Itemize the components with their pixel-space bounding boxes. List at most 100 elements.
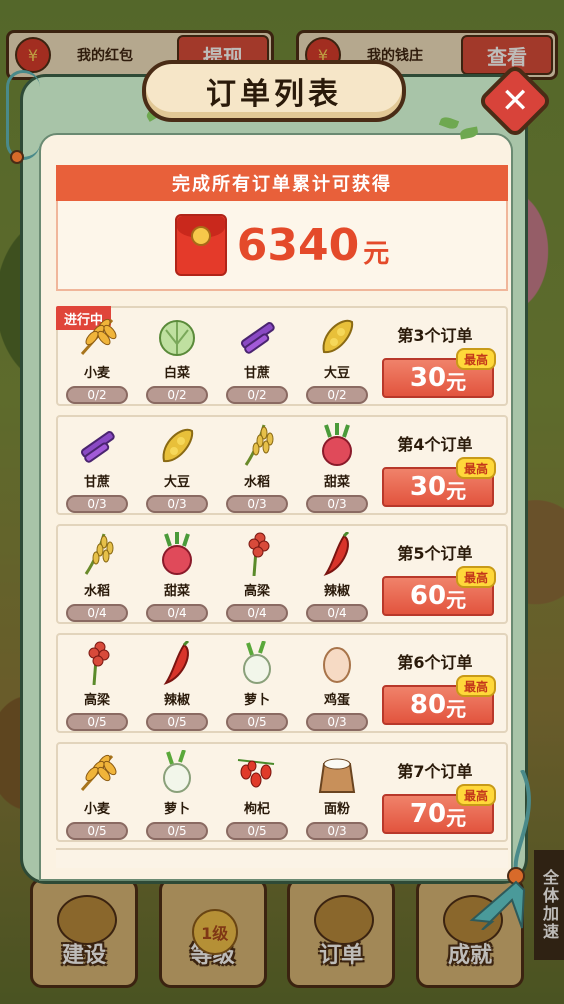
radish-icon bbox=[154, 749, 200, 794]
order-item-progress: 0/5 bbox=[66, 713, 128, 731]
order-item-name: 枸杞 bbox=[243, 802, 270, 817]
order-item[interactable]: 大豆 0/3 bbox=[144, 423, 210, 513]
sorghum-icon bbox=[74, 641, 120, 686]
max-badge: 最高 bbox=[455, 675, 496, 697]
order-item-progress: 0/3 bbox=[306, 713, 368, 731]
order-item[interactable]: 小麦 0/2 bbox=[64, 314, 130, 404]
order-item-name: 甜菜 bbox=[323, 475, 350, 490]
order-item[interactable]: 甜菜 0/3 bbox=[304, 423, 370, 513]
order-title: 第3个订单 bbox=[397, 326, 473, 345]
order-item-progress: 0/4 bbox=[146, 604, 208, 622]
total-reward-unit: 元 bbox=[363, 238, 390, 269]
order-reward-value: 30 bbox=[409, 472, 447, 502]
order-item[interactable]: 萝卜 0/5 bbox=[224, 640, 290, 731]
chili-icon bbox=[154, 639, 200, 685]
order-card[interactable]: 水稻 0/4 甜菜 0/4 高梁 0/4 辣椒 0/4 第5个订单 60 元 最… bbox=[56, 524, 508, 624]
order-card[interactable]: 小麦 0/5 萝卜 0/5 枸杞 0/5 面粉 0/3 第7个订单 70 元 最… bbox=[56, 742, 508, 842]
order-item-progress: 0/5 bbox=[226, 713, 288, 731]
order-reward-value: 60 bbox=[409, 581, 447, 611]
order-item-name: 辣椒 bbox=[323, 584, 350, 599]
order-item-name: 大豆 bbox=[163, 475, 190, 490]
order-item[interactable]: 水稻 0/3 bbox=[224, 423, 290, 513]
order-item[interactable]: 辣椒 0/4 bbox=[304, 530, 370, 622]
sorghum-icon bbox=[234, 532, 280, 577]
order-item-progress: 0/3 bbox=[226, 495, 288, 513]
order-item[interactable]: 甘蔗 0/3 bbox=[64, 423, 130, 513]
order-title: 第5个订单 bbox=[397, 544, 473, 563]
order-item[interactable]: 白菜 0/2 bbox=[144, 314, 210, 404]
order-item-progress: 0/4 bbox=[226, 604, 288, 622]
total-reward-header: 完成所有订单累计可获得 bbox=[56, 165, 508, 201]
order-item-name: 甘蔗 bbox=[243, 366, 270, 381]
close-icon: ✕ bbox=[500, 81, 530, 121]
order-item[interactable]: 萝卜 0/5 bbox=[144, 749, 210, 840]
order-item-name: 萝卜 bbox=[243, 693, 270, 708]
modal-title: 订单列表 bbox=[142, 60, 406, 122]
order-card[interactable]: 高梁 0/5 辣椒 0/5 萝卜 0/5 鸡蛋 0/3 第6个订单 80 元 最… bbox=[56, 633, 508, 733]
order-item-name: 甜菜 bbox=[163, 584, 190, 599]
order-item[interactable]: 水稻 0/4 bbox=[64, 532, 130, 622]
order-reward-button[interactable]: 30 元 最高 bbox=[382, 348, 496, 398]
flour-icon bbox=[314, 750, 360, 794]
order-item-progress: 0/4 bbox=[66, 604, 128, 622]
soybean-icon bbox=[154, 423, 200, 467]
order-item-name: 小麦 bbox=[83, 802, 110, 817]
order-item[interactable]: 鸡蛋 0/3 bbox=[304, 641, 370, 731]
order-item[interactable]: 小麦 0/5 bbox=[64, 750, 130, 840]
order-list: 进行中 小麦 0/2 白菜 0/2 甘蔗 0/2 大豆 0/2 第3个订单 30… bbox=[56, 306, 508, 851]
radish-icon bbox=[234, 640, 280, 685]
order-reward-value: 80 bbox=[409, 690, 447, 720]
order-reward-value: 70 bbox=[409, 799, 447, 829]
order-reward-button[interactable]: 30 元 最高 bbox=[382, 457, 496, 507]
order-reward-value: 30 bbox=[409, 363, 447, 393]
order-reward-button[interactable]: 80 元 最高 bbox=[382, 675, 496, 725]
order-item-name: 大豆 bbox=[323, 366, 350, 381]
order-item-progress: 0/5 bbox=[226, 822, 288, 840]
order-item[interactable]: 面粉 0/3 bbox=[304, 750, 370, 840]
chili-icon bbox=[314, 530, 360, 576]
order-item[interactable]: 高梁 0/5 bbox=[64, 641, 130, 731]
order-item-name: 高梁 bbox=[243, 584, 270, 599]
order-item-progress: 0/5 bbox=[146, 713, 208, 731]
goji-icon bbox=[234, 750, 280, 794]
cabbage-icon bbox=[154, 314, 200, 358]
wheat-icon bbox=[74, 750, 120, 794]
order-title: 第4个订单 bbox=[397, 435, 473, 454]
max-badge: 最高 bbox=[455, 457, 496, 479]
order-card[interactable]: 进行中 小麦 0/2 白菜 0/2 甘蔗 0/2 大豆 0/2 第3个订单 30… bbox=[56, 306, 508, 406]
order-item[interactable]: 枸杞 0/5 bbox=[224, 750, 290, 840]
egg-icon bbox=[314, 641, 360, 685]
order-item-progress: 0/2 bbox=[66, 386, 128, 404]
order-item-name: 水稻 bbox=[83, 584, 110, 599]
order-item-name: 辣椒 bbox=[163, 693, 190, 708]
order-item-name: 鸡蛋 bbox=[323, 693, 350, 708]
sugarcane-icon bbox=[74, 423, 120, 467]
tassel-cord-icon bbox=[6, 70, 40, 160]
order-item-progress: 0/4 bbox=[306, 604, 368, 622]
rice-icon bbox=[234, 423, 280, 467]
order-reward-button[interactable]: 60 元 最高 bbox=[382, 566, 496, 616]
order-item-progress: 0/5 bbox=[66, 822, 128, 840]
total-reward-panel: 6340 元 bbox=[56, 201, 508, 291]
order-item-progress: 0/2 bbox=[226, 386, 288, 404]
order-item-name: 水稻 bbox=[243, 475, 270, 490]
order-list-edge bbox=[56, 848, 508, 868]
order-item[interactable]: 甘蔗 0/2 bbox=[224, 314, 290, 404]
order-item[interactable]: 辣椒 0/5 bbox=[144, 639, 210, 731]
order-item-progress: 0/3 bbox=[66, 495, 128, 513]
wheat-icon bbox=[74, 314, 120, 358]
rice-icon bbox=[74, 532, 120, 576]
beet-icon bbox=[154, 532, 200, 576]
order-item[interactable]: 甜菜 0/4 bbox=[144, 532, 210, 622]
red-envelope-icon bbox=[174, 214, 227, 276]
order-item-progress: 0/3 bbox=[146, 495, 208, 513]
order-card[interactable]: 甘蔗 0/3 大豆 0/3 水稻 0/3 甜菜 0/3 第4个订单 30 元 最… bbox=[56, 415, 508, 515]
sugarcane-icon bbox=[234, 314, 280, 358]
order-item-name: 小麦 bbox=[83, 366, 110, 381]
order-item-progress: 0/5 bbox=[146, 822, 208, 840]
order-item-name: 萝卜 bbox=[163, 802, 190, 817]
order-item-name: 面粉 bbox=[323, 802, 350, 817]
order-item[interactable]: 大豆 0/2 bbox=[304, 314, 370, 404]
order-item[interactable]: 高梁 0/4 bbox=[224, 532, 290, 622]
order-item-progress: 0/2 bbox=[146, 386, 208, 404]
